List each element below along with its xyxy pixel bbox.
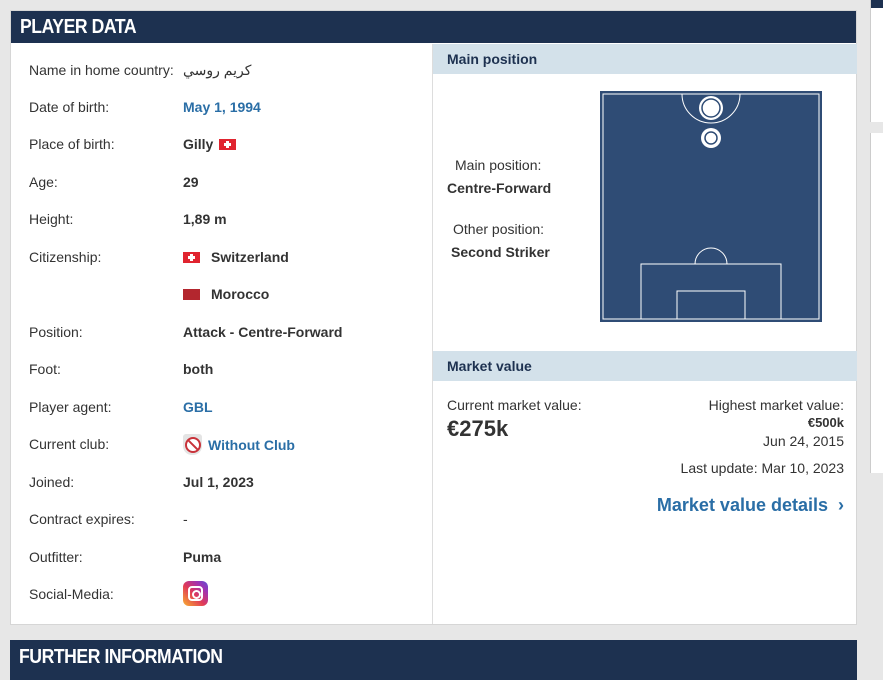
main-position-value: Centre-Forward (447, 180, 552, 196)
further-information-card: FURTHER INFORMATION (10, 640, 857, 680)
player-info-list: Name in home country: كريم روسي Date of … (11, 44, 432, 624)
other-position-value: Second Striker (451, 244, 550, 260)
citizenship-text: Switzerland (211, 249, 289, 265)
club-text: Without Club (208, 436, 295, 453)
current-mv-label: Current market value: (447, 397, 582, 413)
agent-link[interactable]: GBL (183, 397, 213, 417)
info-value: Attack - Centre-Forward (183, 324, 343, 340)
market-value-header: Market value (433, 351, 857, 381)
highest-mv-value: €500k (807, 415, 844, 430)
info-value: Puma (183, 549, 222, 565)
highest-mv-label: Highest market value: (708, 397, 844, 413)
no-club-icon (183, 434, 202, 455)
no-club-symbol-icon (184, 436, 201, 453)
social-links (183, 581, 208, 606)
section-header: PLAYER DATA (11, 11, 856, 43)
info-label: Age: (29, 174, 58, 190)
column-divider (432, 44, 433, 624)
sidebar-panel-edge (870, 0, 883, 122)
info-value: كريم روسي (183, 62, 252, 78)
chevron-right-icon: › (838, 495, 844, 515)
info-label: Date of birth: (29, 99, 110, 115)
pitch-background (600, 91, 822, 322)
info-label: Position: (29, 324, 83, 340)
player-data-card: PLAYER DATA Name in home country: كريم ر… (10, 10, 857, 625)
info-label: Joined: (29, 474, 75, 490)
dob-link[interactable]: May 1, 1994 (183, 97, 261, 117)
switzerland-flag-icon (183, 251, 200, 263)
place-text: Gilly (183, 136, 214, 152)
info-value: Morocco (183, 284, 269, 304)
info-label: Height: (29, 211, 74, 227)
further-info-header: FURTHER INFORMATION (10, 640, 857, 674)
last-update: Last update: Mar 10, 2023 (680, 460, 844, 476)
info-label: Current club: (29, 436, 110, 452)
info-label: Place of birth: (29, 136, 115, 152)
highest-mv-date: Jun 24, 2015 (763, 433, 844, 449)
info-label: Foot: (29, 361, 61, 377)
info-value: 29 (183, 174, 199, 190)
info-value: 1,89 m (183, 211, 227, 227)
info-value: - (183, 511, 188, 527)
section-title: PLAYER DATA (20, 16, 137, 38)
other-position-marker-inner (704, 131, 718, 145)
morocco-flag-icon (183, 288, 200, 300)
info-value: Switzerland (183, 247, 289, 267)
details-link-text: Market value details (656, 495, 828, 515)
switzerland-flag-icon (219, 138, 237, 150)
current-club-link[interactable]: Without Club (183, 434, 295, 455)
pitch-diagram (600, 91, 822, 322)
sidebar-panel-edge-lower (870, 133, 883, 473)
main-position-header: Main position (433, 44, 857, 74)
main-position-label: Main position: (455, 157, 542, 173)
info-label: Social-Media: (29, 586, 114, 602)
current-mv-value: €275k (447, 416, 509, 441)
info-value: Jul 1, 2023 (183, 474, 254, 490)
info-value: Gilly (183, 134, 237, 154)
citizenship-text: Morocco (211, 286, 270, 302)
info-label: Contract expires: (29, 511, 135, 527)
further-info-title: FURTHER INFORMATION (19, 646, 223, 668)
info-label: Player agent: (29, 399, 112, 415)
other-position-label: Other position: (453, 221, 545, 237)
info-label: Outfitter: (29, 549, 83, 565)
info-label: Citizenship: (29, 249, 102, 265)
main-position-marker-inner (701, 98, 721, 118)
info-label: Name in home country: (29, 62, 174, 78)
market-value-details-link[interactable]: Market value details › (657, 495, 844, 516)
instagram-icon[interactable] (183, 581, 208, 606)
info-value: both (183, 361, 214, 377)
